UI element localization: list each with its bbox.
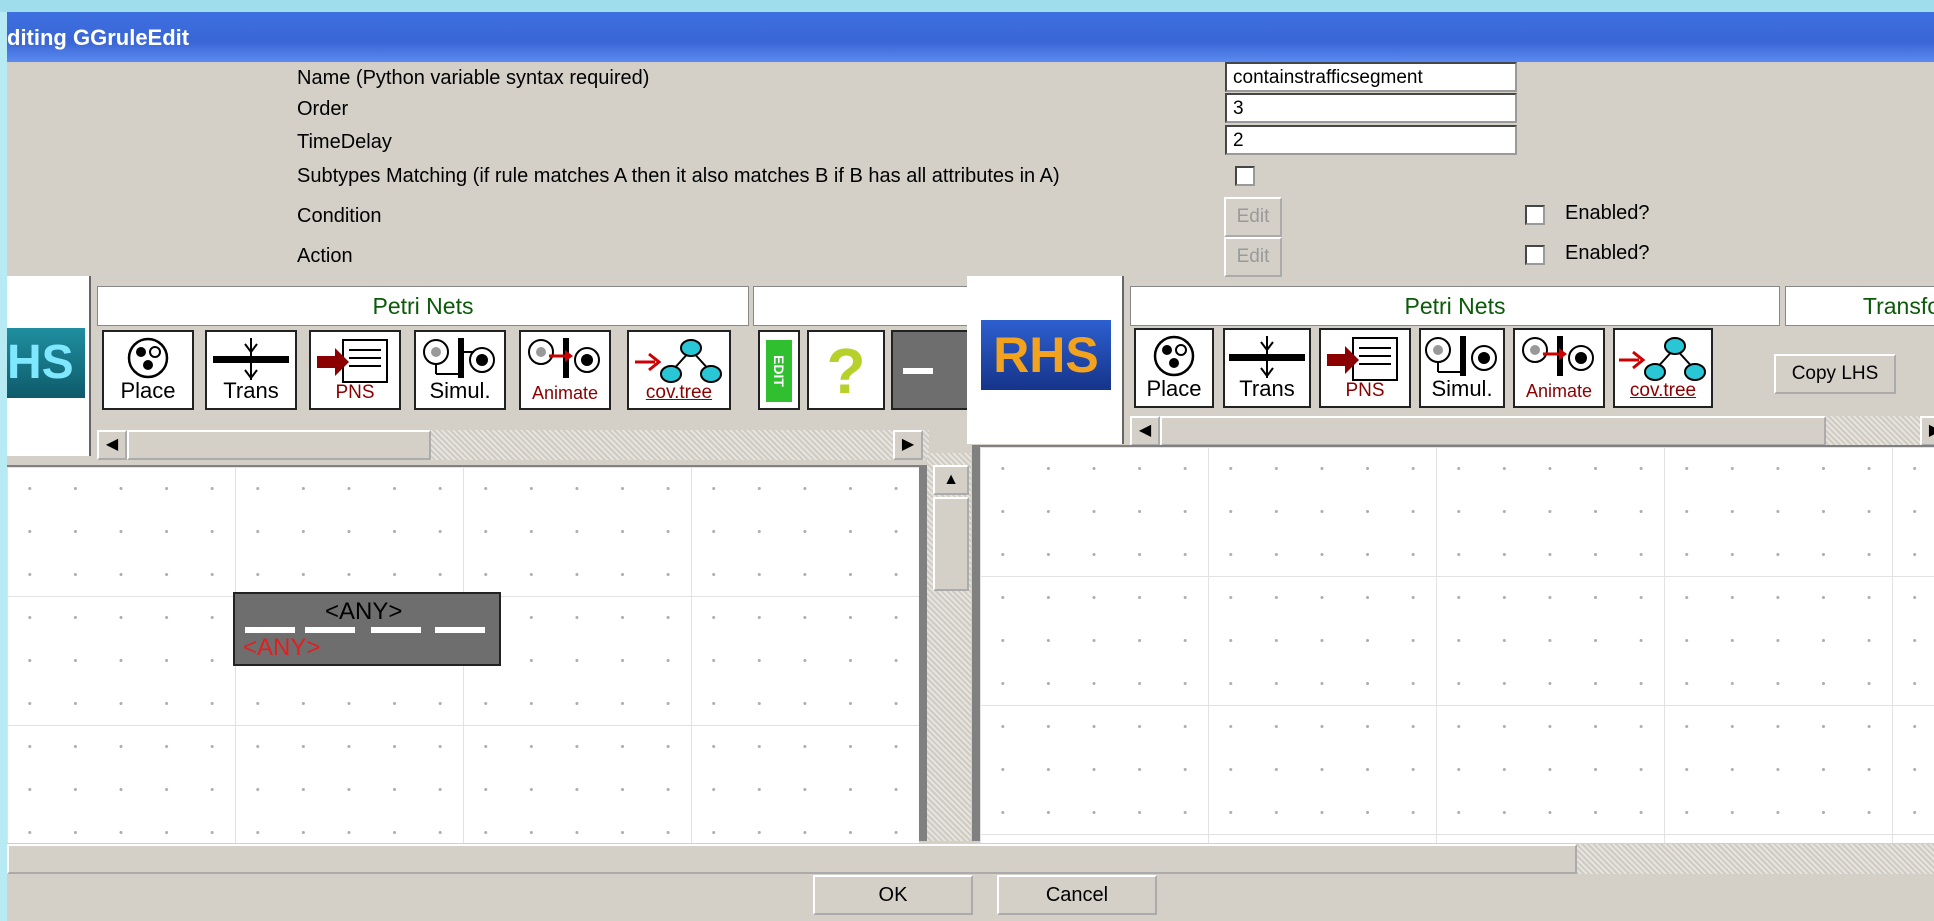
transition-icon	[1229, 336, 1305, 378]
rule-editor-window: diting GGruleEdit Name (Python variable …	[7, 12, 1934, 921]
place-icon	[127, 337, 169, 379]
lhs-canvas[interactable]: <ANY> <ANY>	[7, 465, 919, 843]
rhs-tab-transform[interactable]: Transfo	[1785, 286, 1934, 326]
window-title: diting GGruleEdit	[7, 25, 190, 50]
transition-icon	[213, 338, 289, 380]
rhs-covtree-label: cov.tree	[1629, 380, 1697, 401]
rhs-canvas-border	[972, 445, 980, 841]
lhs-pns-tool[interactable]: PNS	[309, 330, 401, 410]
scroll-up-icon[interactable]: ▲	[933, 465, 969, 495]
lhs-covtree-label: cov.tree	[645, 382, 713, 403]
lhs-place-tool[interactable]: Place	[102, 330, 194, 410]
animate-icon	[1522, 336, 1594, 376]
lhs-place-label: Place	[120, 378, 176, 403]
any-node[interactable]: <ANY> <ANY>	[233, 592, 501, 666]
title-bar[interactable]: diting GGruleEdit	[7, 12, 1934, 62]
animate-icon	[528, 338, 600, 378]
condition-enabled-checkbox[interactable]	[1525, 205, 1545, 225]
desktop-background	[0, 0, 1934, 12]
canvas-horizontal-scrollbar[interactable]	[7, 844, 1934, 874]
rhs-place-label: Place	[1146, 376, 1202, 401]
lhs-vertical-scrollbar[interactable]: ▲	[927, 453, 971, 841]
scroll-right-icon[interactable]: ▶	[893, 430, 923, 460]
generic-node-icon	[903, 368, 933, 374]
lhs-generic-node-tool[interactable]	[891, 330, 971, 410]
port-bar	[435, 627, 485, 633]
place-icon	[1153, 335, 1195, 377]
rhs-pns-label: PNS	[1345, 380, 1385, 401]
lhs-simul-tool[interactable]: Simul.	[414, 330, 506, 410]
lhs-covtree-tool[interactable]: cov.tree	[627, 330, 731, 410]
cancel-button[interactable]: Cancel	[997, 875, 1157, 915]
lhs-logo: HS	[7, 328, 85, 398]
any-node-bottom-label: <ANY>	[243, 634, 321, 661]
any-node-top-label: <ANY>	[325, 598, 403, 625]
port-bar	[305, 627, 355, 633]
condition-label: Condition	[297, 205, 382, 227]
name-label: Name (Python variable syntax required)	[297, 67, 650, 89]
lhs-canvas-border	[919, 465, 927, 841]
rhs-toolbar-scrollbar[interactable]: ◀ ▶	[1130, 416, 1934, 446]
rhs-toolbar-scroll-thumb[interactable]	[1160, 416, 1826, 446]
lhs-toolbar-scroll-thumb[interactable]	[127, 430, 431, 460]
order-field[interactable]: 3	[1225, 93, 1517, 123]
rhs-panel: RHS Petri Nets Transfo Place Trans PNS S…	[967, 276, 1934, 452]
rhs-simul-label: Simul.	[1431, 376, 1493, 401]
lhs-help-button[interactable]: ?	[807, 330, 885, 410]
action-enabled-checkbox[interactable]	[1525, 245, 1545, 265]
lhs-toolbar-scrollbar[interactable]: ◀ ▶	[97, 430, 929, 460]
rhs-place-tool[interactable]: Place	[1134, 328, 1214, 408]
rhs-simul-tool[interactable]: Simul.	[1419, 328, 1505, 408]
copy-lhs-button[interactable]: Copy LHS	[1774, 354, 1896, 394]
help-icon: ?	[826, 335, 866, 407]
rhs-trans-tool[interactable]: Trans	[1223, 328, 1311, 408]
simulate-icon	[1425, 336, 1497, 376]
coverage-tree-icon	[635, 339, 722, 383]
scroll-left-icon[interactable]: ◀	[1130, 416, 1160, 446]
lhs-trans-tool[interactable]: Trans	[205, 330, 297, 410]
pns-export-icon	[1327, 337, 1398, 381]
rhs-animate-tool[interactable]: Animate	[1513, 328, 1605, 408]
condition-edit-button[interactable]: Edit	[1224, 197, 1282, 237]
condition-enabled-label: Enabled?	[1565, 202, 1650, 224]
action-enabled-label: Enabled?	[1565, 242, 1650, 264]
rhs-tab-petri-nets[interactable]: Petri Nets	[1130, 286, 1780, 326]
lhs-animate-label: Animate	[531, 383, 599, 403]
lhs-edit-metamodel-button[interactable]: EDIT	[758, 330, 800, 410]
action-label: Action	[297, 245, 353, 267]
scroll-left-icon[interactable]: ◀	[97, 430, 127, 460]
coverage-tree-icon	[1619, 337, 1706, 381]
scroll-right-icon[interactable]: ▶	[1920, 416, 1934, 446]
lhs-tab-extra[interactable]	[753, 286, 983, 326]
timedelay-field[interactable]: 2	[1225, 125, 1517, 155]
rhs-covtree-tool[interactable]: cov.tree	[1613, 328, 1713, 408]
lhs-vertical-scroll-thumb[interactable]	[933, 497, 969, 591]
lhs-logo-box: HS	[7, 276, 91, 456]
lhs-tab-petri-nets[interactable]: Petri Nets	[97, 286, 749, 326]
rhs-logo-box: RHS	[967, 276, 1124, 444]
port-bar	[245, 627, 295, 633]
pns-export-icon	[317, 339, 388, 383]
rhs-animate-label: Animate	[1525, 381, 1593, 401]
subtypes-checkbox[interactable]	[1235, 166, 1255, 186]
simulate-icon	[423, 338, 495, 378]
canvas-horizontal-scroll-thumb[interactable]	[7, 844, 1577, 874]
port-bar	[371, 627, 421, 633]
rhs-logo: RHS	[981, 320, 1111, 390]
rhs-pns-tool[interactable]: PNS	[1319, 328, 1411, 408]
action-edit-button[interactable]: Edit	[1224, 237, 1282, 277]
ok-button[interactable]: OK	[813, 875, 973, 915]
name-field[interactable]: containstrafficsegment	[1225, 62, 1517, 92]
lhs-simul-label: Simul.	[429, 378, 491, 403]
lhs-animate-tool[interactable]: Animate	[519, 330, 611, 410]
rhs-trans-label: Trans	[1239, 376, 1295, 401]
subtypes-label: Subtypes Matching (if rule matches A the…	[297, 165, 1060, 187]
order-label: Order	[297, 98, 349, 120]
lhs-pns-label: PNS	[335, 382, 375, 403]
edit-icon: EDIT	[766, 340, 792, 402]
rhs-canvas[interactable]	[980, 445, 1934, 843]
lhs-trans-label: Trans	[223, 378, 279, 403]
timedelay-label: TimeDelay	[297, 131, 392, 153]
